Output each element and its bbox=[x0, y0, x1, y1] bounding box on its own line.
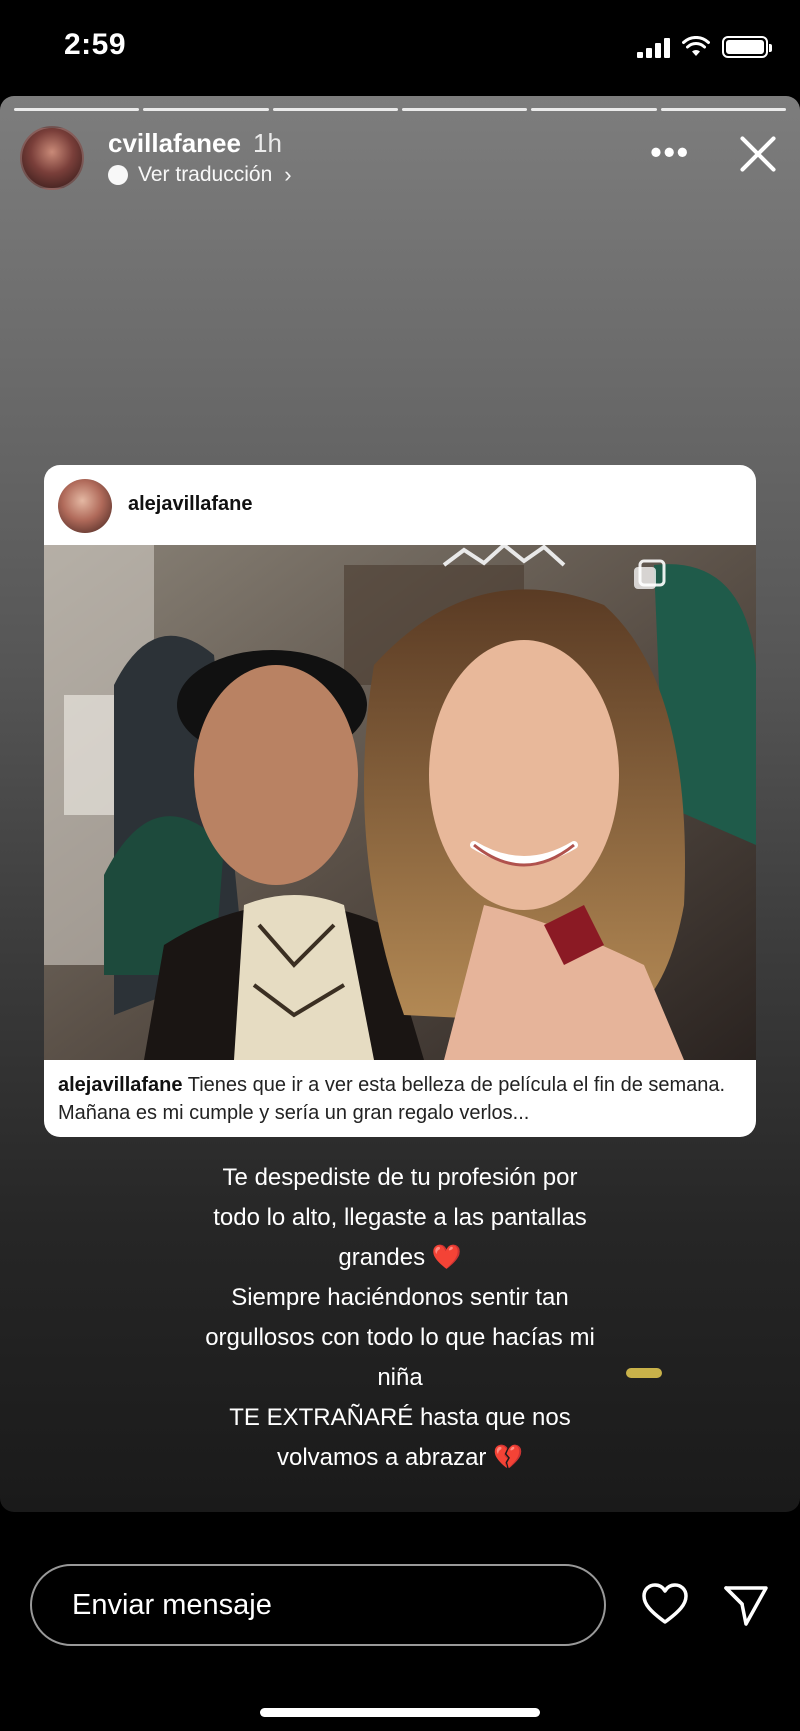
shared-post-card[interactable]: alejavillafane alejavillafane Tienes que… bbox=[44, 465, 756, 1137]
story-time-ago: 1h bbox=[252, 128, 282, 158]
story-username-text[interactable]: cvillafanee bbox=[108, 128, 241, 158]
story-progress-segment bbox=[143, 108, 269, 111]
avatar[interactable] bbox=[20, 126, 84, 190]
post-username[interactable]: alejavillafane bbox=[128, 493, 253, 516]
story-text-line: niña bbox=[377, 1364, 423, 1391]
story-progress-segment bbox=[531, 108, 657, 111]
cellular-signal-icon bbox=[637, 38, 670, 58]
story-text: Te despediste de tu profesión por todo lo… bbox=[150, 1158, 650, 1478]
more-horizontal-icon[interactable]: ••• bbox=[650, 134, 690, 171]
translate-button[interactable]: Ver traducción › bbox=[108, 162, 292, 188]
status-time: 2:59 bbox=[64, 28, 127, 61]
bottom-bar bbox=[0, 1512, 800, 1731]
post-avatar[interactable] bbox=[58, 479, 112, 533]
post-photo-image bbox=[44, 545, 756, 1060]
story-username[interactable]: cvillafanee 1h bbox=[108, 128, 282, 159]
send-icon[interactable] bbox=[722, 1582, 770, 1630]
message-input[interactable] bbox=[30, 1564, 606, 1646]
status-icons bbox=[637, 36, 772, 58]
story-viewer[interactable]: cvillafanee 1h Ver traducción › ••• aleja… bbox=[0, 96, 800, 1512]
close-icon[interactable] bbox=[736, 132, 780, 176]
story-text-line: TE EXTRAÑARÉ hasta que nos bbox=[229, 1404, 571, 1431]
home-indicator bbox=[260, 1708, 540, 1717]
sticker-decoration bbox=[626, 1368, 662, 1378]
battery-level bbox=[726, 40, 764, 54]
heart-outline-icon[interactable] bbox=[640, 1580, 690, 1630]
post-photo[interactable] bbox=[44, 545, 756, 1060]
story-progress-segment bbox=[272, 108, 398, 111]
post-caption-username[interactable]: alejavillafane bbox=[58, 1074, 183, 1096]
translate-icon bbox=[108, 165, 128, 185]
translate-label: Ver traducción bbox=[138, 163, 273, 186]
status-bar: 2:59 bbox=[0, 0, 800, 96]
story-progress-segment bbox=[660, 108, 786, 111]
story-text-line: volvamos a abrazar 💔 bbox=[277, 1444, 523, 1471]
story-text-line: Siempre haciéndonos sentir tan bbox=[231, 1284, 569, 1311]
story-progress bbox=[14, 108, 786, 111]
story-text-line: Te despediste de tu profesión por bbox=[222, 1164, 578, 1191]
story-progress-segment bbox=[14, 108, 140, 111]
story-header: cvillafanee 1h Ver traducción › ••• bbox=[20, 126, 780, 190]
story-progress-segment bbox=[401, 108, 528, 111]
post-caption: alejavillafane Tienes que ir a ver esta … bbox=[58, 1071, 742, 1127]
chevron-right-icon: › bbox=[284, 162, 292, 187]
wifi-icon bbox=[682, 36, 710, 56]
battery-icon bbox=[722, 36, 772, 58]
story-text-line: grandes ❤️ bbox=[338, 1244, 462, 1271]
story-text-line: todo lo alto, llegaste a las pantallas bbox=[213, 1204, 587, 1231]
post-header: alejavillafane bbox=[44, 465, 756, 545]
story-text-line: orgullosos con todo lo que hacías mi bbox=[205, 1324, 595, 1351]
